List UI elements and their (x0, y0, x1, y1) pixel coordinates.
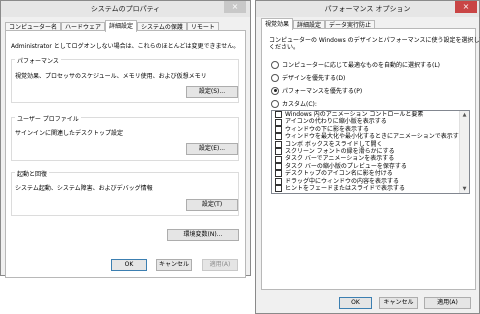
checkbox[interactable] (275, 155, 282, 163)
scroll-down-icon[interactable]: ▼ (460, 185, 469, 193)
radio-auto-select[interactable]: コンピューターに応じて最適なものを自動的に選択する(L) (271, 60, 440, 69)
checkbox[interactable] (275, 162, 282, 170)
performance-settings-button[interactable]: 設定(S)... (186, 86, 238, 98)
radio-best-performance[interactable]: パフォーマンスを優先する(P) (271, 86, 362, 95)
startup-recovery-group: 起動と回復 システム起動、システム障害、およびデバッグ情報 設定(T) (11, 169, 239, 216)
cancel-button[interactable]: キャンセル (379, 297, 418, 309)
checkbox[interactable] (275, 177, 282, 185)
apply-button[interactable]: 適用(A) (424, 297, 471, 309)
title-bar[interactable]: パフォーマンス オプション × (256, 1, 479, 17)
user-profile-label: ユーザー プロファイル (15, 114, 81, 123)
checkbox[interactable] (275, 133, 282, 141)
admin-note: Administrator としてログオンしない場合は、これらのほとんどは変更で… (11, 43, 240, 50)
list-item[interactable]: タスク バーでアニメーションを表示する (272, 155, 469, 163)
effect-label: デスクトップのアイコン名に影を付ける (285, 170, 393, 178)
cancel-button[interactable]: キャンセル (156, 259, 192, 271)
radio-best-appearance[interactable]: デザインを優先する(D) (271, 73, 345, 82)
advanced-panel: Administrator としてログオンしない場合は、これらのほとんどは変更で… (5, 30, 246, 278)
tab-visual-effects[interactable]: 視覚効果 (261, 18, 294, 30)
startup-recovery-settings-button[interactable]: 設定(T) (186, 199, 238, 211)
effect-label: コンボ ボックスをスライドして開く (285, 140, 383, 148)
radio-label: パフォーマンスを優先する(P) (282, 88, 363, 95)
effect-label: ヒントをフェードまたはスライドで表示する (285, 184, 406, 192)
ok-button[interactable]: OK (339, 297, 372, 309)
ok-button[interactable]: OK (111, 259, 147, 271)
list-item[interactable]: デスクトップのアイコン名に影を付ける (272, 170, 469, 178)
window-title: システムのプロパティ (90, 5, 161, 13)
radio-custom[interactable]: カスタム(C): (271, 99, 317, 108)
checkbox[interactable] (275, 125, 282, 133)
list-item[interactable]: ドラッグ中にウィンドウの内容を表示する (272, 178, 469, 185)
list-scrollbar[interactable]: ▲ ▼ (459, 111, 469, 193)
checkbox[interactable] (275, 170, 282, 178)
radio-label: コンピューターに応じて最適なものを自動的に選択する(L) (282, 62, 441, 69)
user-profile-settings-button[interactable]: 設定(E)... (186, 143, 238, 155)
effect-label: ドラッグ中にウィンドウの内容を表示する (285, 177, 400, 185)
tab-advanced[interactable]: 詳細設定 (105, 20, 138, 32)
radio-button[interactable] (271, 86, 279, 95)
environment-variables-button[interactable]: 環境変数(N)... (167, 229, 239, 241)
user-profile-description: サインインに関連したデスクトップ設定 (15, 130, 124, 137)
checkbox[interactable] (275, 148, 282, 156)
list-item[interactable]: アイコンの代わりに縮小版を表示する (272, 118, 469, 126)
effect-label: タスク バーでアニメーションを表示する (285, 155, 395, 163)
performance-options-window: パフォーマンス オプション × 視覚効果 詳細設定 データ実行防止 コンピュータ… (255, 0, 480, 314)
startup-recovery-label: 起動と回復 (15, 169, 50, 178)
performance-label: パフォーマンス (15, 56, 61, 65)
window-title: パフォーマンス オプション (324, 5, 411, 13)
radio-button[interactable] (271, 60, 279, 69)
radio-label: デザインを優先する(D) (282, 75, 346, 82)
apply-button: 適用(A) (202, 259, 238, 271)
visual-effects-list[interactable]: Windows 内のアニメーション コントロールと要素 アイコンの代わりに縮小版… (271, 110, 470, 194)
scroll-up-icon[interactable]: ▲ (460, 111, 469, 119)
intro-text-line-2: ください。 (269, 44, 300, 51)
effect-label: ウィンドウを最大化や最小化するときにアニメーションで表示する (285, 133, 465, 141)
checkbox[interactable] (275, 118, 282, 126)
radio-label: カスタム(C): (282, 101, 317, 108)
checkbox[interactable] (275, 140, 282, 148)
user-profile-group: ユーザー プロファイル サインインに関連したデスクトップ設定 設定(E)... (11, 114, 239, 161)
visual-effects-panel: コンピューターの Windows のデザインとパフォーマンスに使う設定を選択して… (261, 28, 480, 290)
close-button[interactable]: × (224, 1, 246, 13)
title-bar[interactable]: システムのプロパティ × (1, 1, 250, 17)
checkbox[interactable] (275, 185, 282, 193)
system-properties-window: システムのプロパティ × コンピューター名 ハードウェア 詳細設定 システムの保… (0, 0, 251, 278)
effect-label: アイコンの代わりに縮小版を表示する (285, 118, 387, 126)
list-item[interactable]: ウィンドウを最大化や最小化するときにアニメーションで表示する (272, 133, 469, 141)
checkbox[interactable] (275, 111, 282, 119)
startup-recovery-description: システム起動、システム障害、およびデバッグ情報 (15, 185, 153, 192)
list-item[interactable]: ヒントをフェードまたはスライドで表示する (272, 184, 469, 193)
list-item[interactable]: コンボ ボックスをスライドして開く (272, 141, 469, 148)
performance-group: パフォーマンス 視覚効果、プロセッサのスケジュール、メモリ使用、および仮想メモリ… (11, 56, 239, 103)
performance-description: 視覚効果、プロセッサのスケジュール、メモリ使用、および仮想メモリ (15, 73, 207, 80)
radio-button[interactable] (271, 73, 279, 82)
close-button[interactable]: × (455, 1, 477, 13)
intro-text-line-1: コンピューターの Windows のデザインとパフォーマンスに使う設定を選択して (269, 37, 480, 44)
radio-button[interactable] (271, 99, 279, 108)
